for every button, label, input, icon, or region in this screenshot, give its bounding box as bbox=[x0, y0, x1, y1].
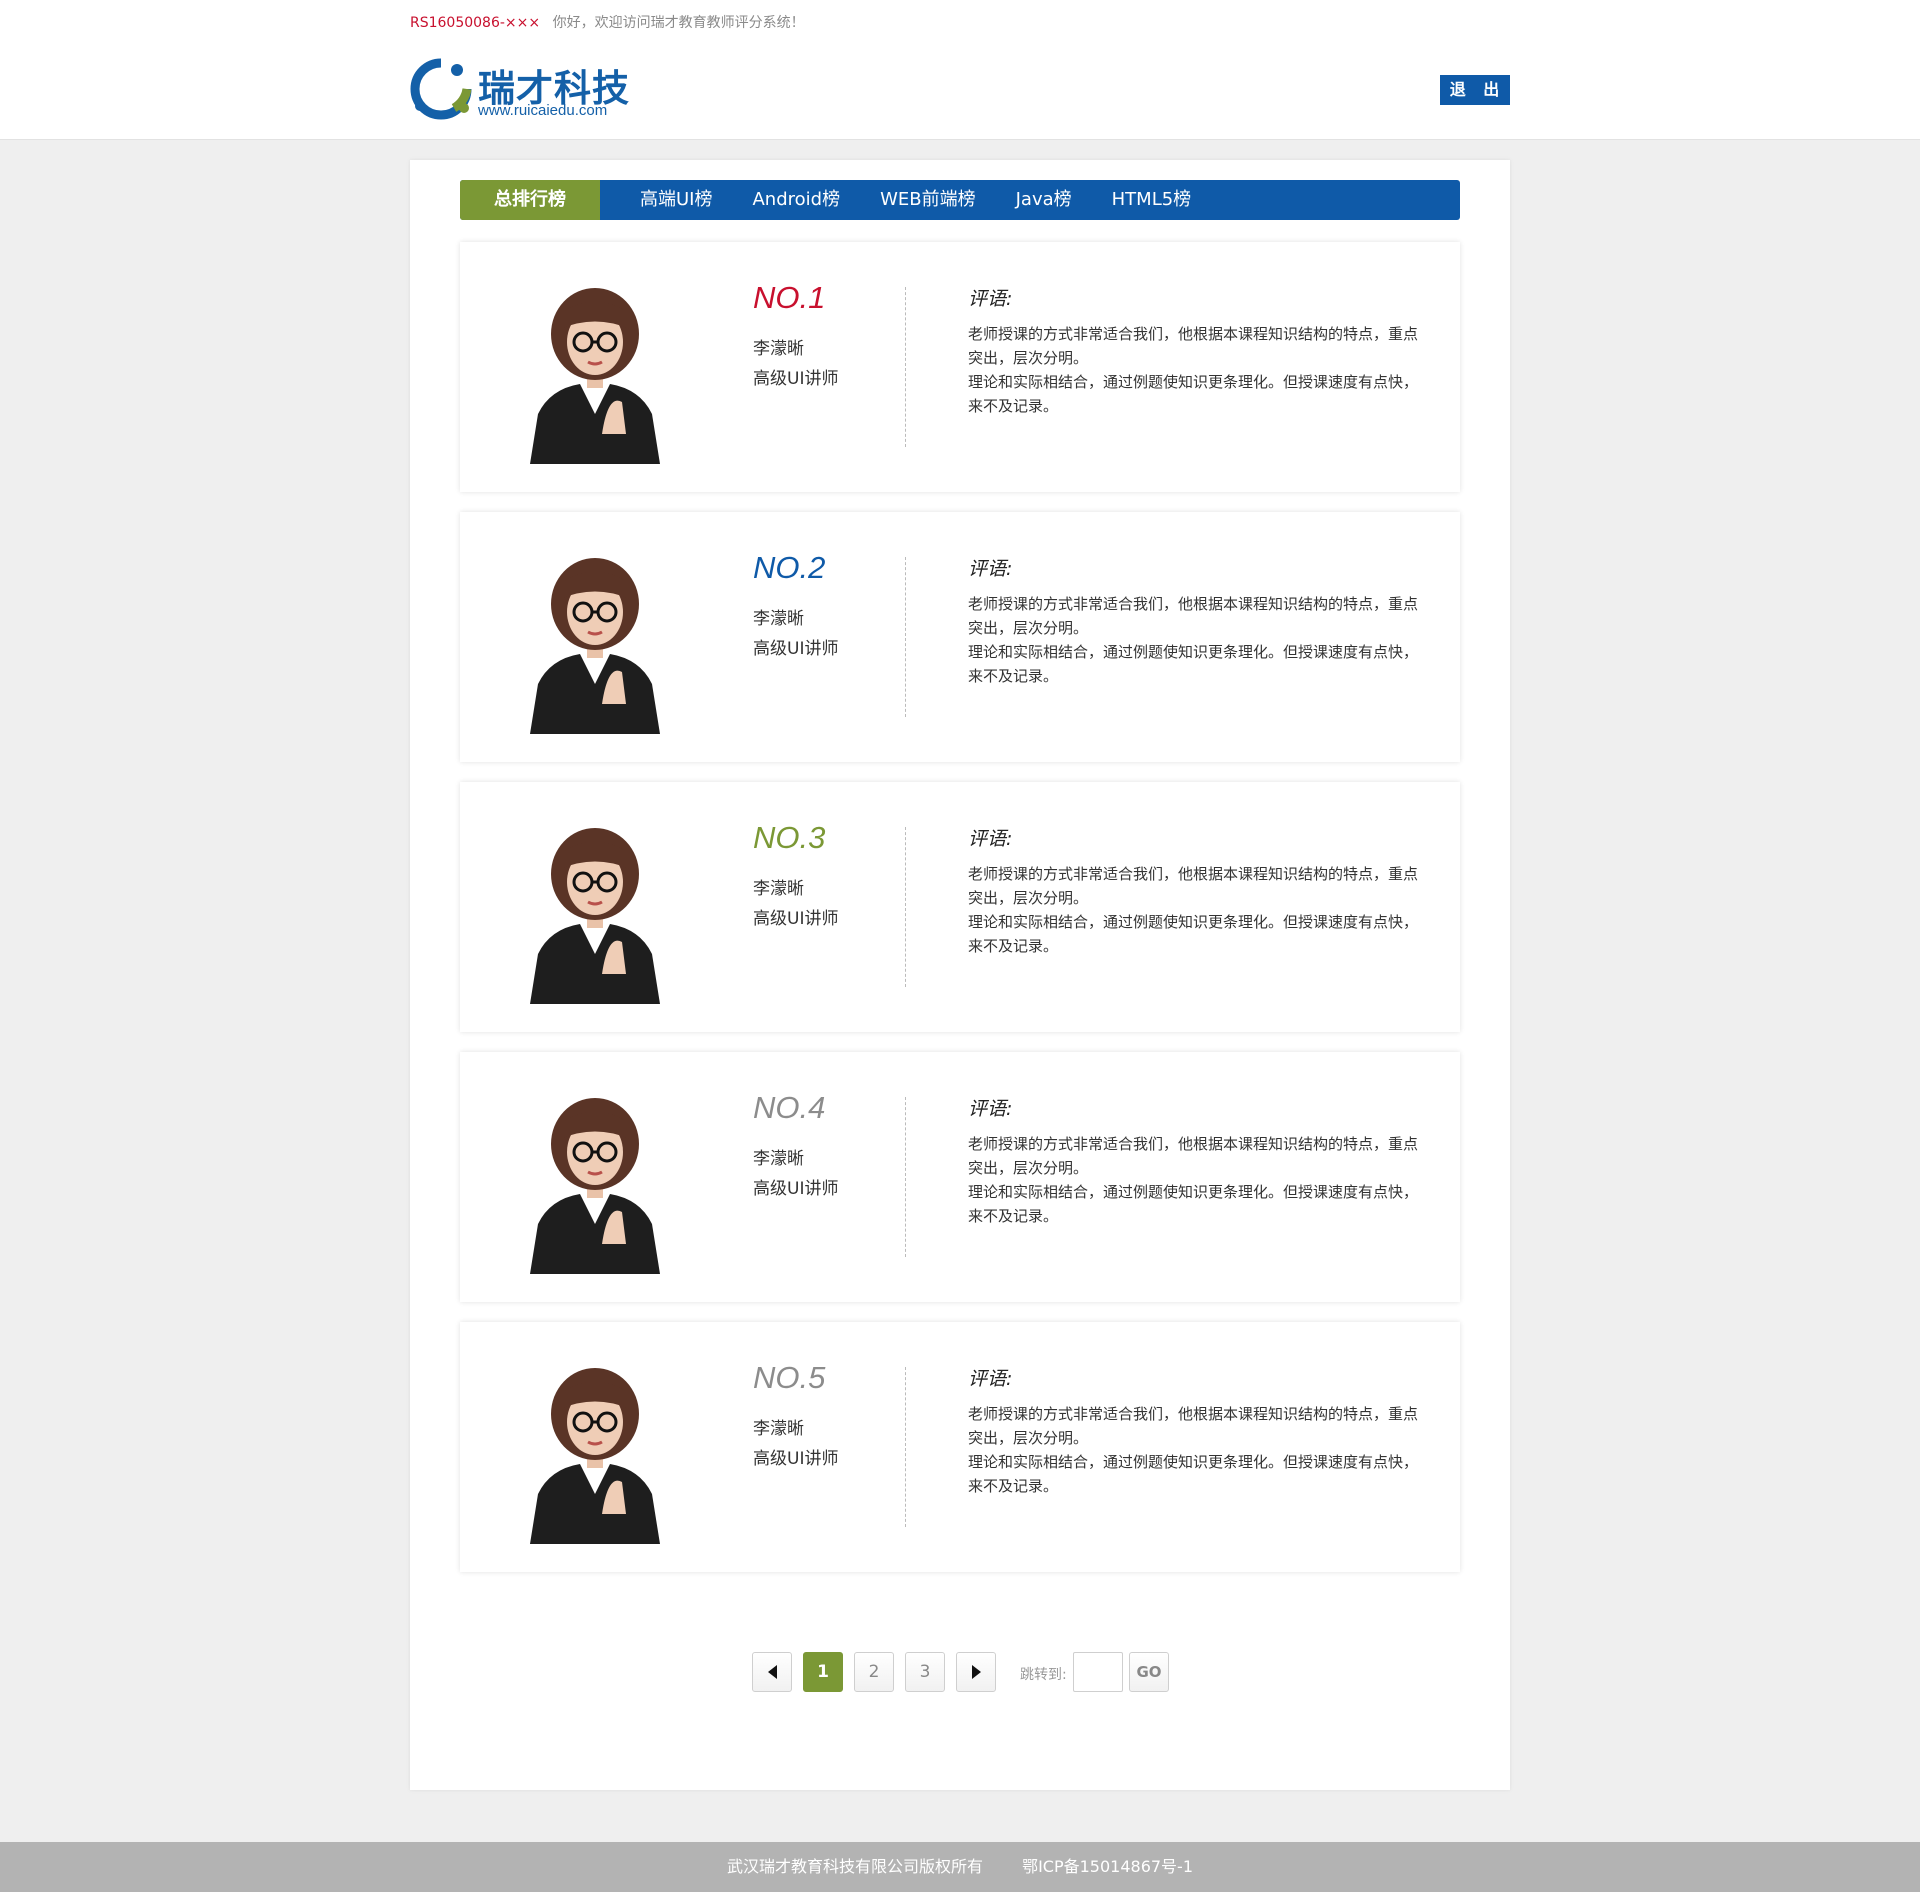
tab-web-frontend[interactable]: WEB前端榜 bbox=[860, 180, 996, 220]
rank-number: NO.2 bbox=[753, 550, 826, 585]
logout-button[interactable]: 退 出 bbox=[1440, 75, 1510, 105]
divider bbox=[905, 827, 906, 987]
logo-icon bbox=[410, 58, 472, 120]
teacher-name: 李濛晰 bbox=[753, 1149, 804, 1169]
review-text: 老师授课的方式非常适合我们，他根据本课程知识结构的特点，重点突出，层次分明。 理… bbox=[968, 1135, 1419, 1225]
teacher-card[interactable]: NO.5 李濛晰 高级UI讲师 评语: 老师授课的方式非常适合我们，他根据本课程… bbox=[460, 1322, 1460, 1572]
teacher-name: 李濛晰 bbox=[753, 1419, 804, 1439]
tab-java[interactable]: Java榜 bbox=[996, 180, 1092, 220]
pagination: 1 2 3 跳转到: GO bbox=[752, 1652, 1172, 1692]
divider bbox=[905, 1367, 906, 1527]
teacher-card[interactable]: NO.2 李濛晰 高级UI讲师 评语: 老师授课的方式非常适合我们，他根据本课程… bbox=[460, 512, 1460, 762]
rank-number: NO.4 bbox=[753, 1090, 826, 1125]
teacher-name: 李濛晰 bbox=[753, 879, 804, 899]
logo-url: www.ruicaiedu.com bbox=[478, 102, 608, 119]
ranking-tabs: 总排行榜 高端UI榜 Android榜 WEB前端榜 Java榜 HTML5榜 bbox=[460, 180, 1460, 220]
teacher-title: 高级UI讲师 bbox=[753, 1449, 839, 1469]
ranking-panel: 总排行榜 高端UI榜 Android榜 WEB前端榜 Java榜 HTML5榜 … bbox=[410, 160, 1510, 1790]
welcome-bar: RS16050086-××× 你好，欢迎访问瑞才教育教师评分系统！ bbox=[410, 12, 805, 31]
review-text: 老师授课的方式非常适合我们，他根据本课程知识结构的特点，重点突出，层次分明。 理… bbox=[968, 865, 1419, 955]
page-1-button[interactable]: 1 bbox=[803, 1652, 843, 1692]
next-page-button[interactable] bbox=[956, 1652, 996, 1692]
review-label: 评语: bbox=[968, 828, 1013, 850]
teacher-title: 高级UI讲师 bbox=[753, 369, 839, 389]
teacher-title: 高级UI讲师 bbox=[753, 1179, 839, 1199]
teacher-name: 李濛晰 bbox=[753, 609, 804, 629]
triangle-left-icon bbox=[767, 1665, 777, 1679]
tab-overall[interactable]: 总排行榜 bbox=[460, 180, 600, 220]
rank-number: NO.1 bbox=[753, 280, 826, 315]
prev-page-button[interactable] bbox=[752, 1652, 792, 1692]
icp-text: 鄂ICP备15014867号-1 bbox=[1022, 1857, 1194, 1876]
divider bbox=[905, 287, 906, 447]
review-label: 评语: bbox=[968, 288, 1013, 310]
teacher-photo bbox=[530, 558, 660, 734]
teacher-photo bbox=[530, 1098, 660, 1274]
teacher-photo bbox=[530, 828, 660, 1004]
site-header: RS16050086-××× 你好，欢迎访问瑞才教育教师评分系统！ 瑞才科技 w… bbox=[0, 0, 1920, 140]
divider bbox=[905, 557, 906, 717]
triangle-right-icon bbox=[971, 1665, 981, 1679]
site-footer: 武汉瑞才教育科技有限公司版权所有 鄂ICP备15014867号-1 bbox=[0, 1842, 1920, 1892]
review-label: 评语: bbox=[968, 558, 1013, 580]
page-2-button[interactable]: 2 bbox=[854, 1652, 894, 1692]
copyright-text: 武汉瑞才教育科技有限公司版权所有 bbox=[726, 1857, 983, 1876]
site-logo[interactable]: 瑞才科技 www.ruicaiedu.com bbox=[410, 58, 630, 124]
rank-number: NO.5 bbox=[753, 1360, 826, 1395]
teacher-photo bbox=[530, 1368, 660, 1544]
review-text: 老师授课的方式非常适合我们，他根据本课程知识结构的特点，重点突出，层次分明。 理… bbox=[968, 325, 1419, 415]
teacher-title: 高级UI讲师 bbox=[753, 909, 839, 929]
teacher-title: 高级UI讲师 bbox=[753, 639, 839, 659]
tab-android[interactable]: Android榜 bbox=[732, 180, 860, 220]
review-text: 老师授课的方式非常适合我们，他根据本课程知识结构的特点，重点突出，层次分明。 理… bbox=[968, 595, 1419, 685]
review-text: 老师授课的方式非常适合我们，他根据本课程知识结构的特点，重点突出，层次分明。 理… bbox=[968, 1405, 1419, 1495]
divider bbox=[905, 1097, 906, 1257]
tab-ui[interactable]: 高端UI榜 bbox=[620, 180, 732, 220]
user-id: RS16050086-××× bbox=[410, 15, 541, 31]
jump-label: 跳转到: bbox=[1020, 1667, 1067, 1683]
jump-page-input[interactable] bbox=[1073, 1652, 1123, 1692]
welcome-text: 你好，欢迎访问瑞才教育教师评分系统！ bbox=[552, 15, 805, 31]
page-3-button[interactable]: 3 bbox=[905, 1652, 945, 1692]
review-label: 评语: bbox=[968, 1368, 1013, 1390]
teacher-card[interactable]: NO.1 李濛晰 高级UI讲师 评语: 老师授课的方式非常适合我们，他根据本课程… bbox=[460, 242, 1460, 492]
teacher-name: 李濛晰 bbox=[753, 339, 804, 359]
teacher-card[interactable]: NO.3 李濛晰 高级UI讲师 评语: 老师授课的方式非常适合我们，他根据本课程… bbox=[460, 782, 1460, 1032]
go-button[interactable]: GO bbox=[1129, 1652, 1169, 1692]
review-label: 评语: bbox=[968, 1098, 1013, 1120]
teacher-card[interactable]: NO.4 李濛晰 高级UI讲师 评语: 老师授课的方式非常适合我们，他根据本课程… bbox=[460, 1052, 1460, 1302]
rank-number: NO.3 bbox=[753, 820, 826, 855]
teacher-photo bbox=[530, 288, 660, 464]
tab-html5[interactable]: HTML5榜 bbox=[1092, 180, 1212, 220]
